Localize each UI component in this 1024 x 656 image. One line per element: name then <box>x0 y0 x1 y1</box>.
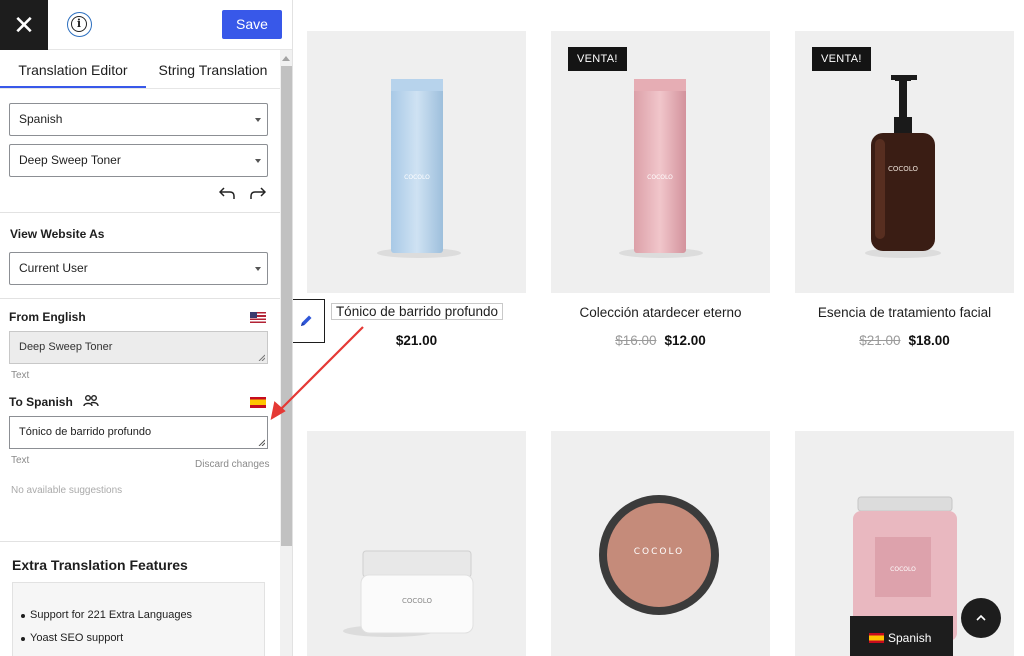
spain-flag-icon <box>869 633 884 643</box>
scroll-to-top-button[interactable] <box>961 598 1001 638</box>
language-switcher-label: Spanish <box>888 631 932 645</box>
language-switcher[interactable]: Spanish <box>850 616 953 656</box>
chevron-up-icon <box>976 614 986 621</box>
annotation-arrow <box>270 326 364 420</box>
page-root: ✕ i Save Translation Editor String Trans… <box>0 0 1024 656</box>
